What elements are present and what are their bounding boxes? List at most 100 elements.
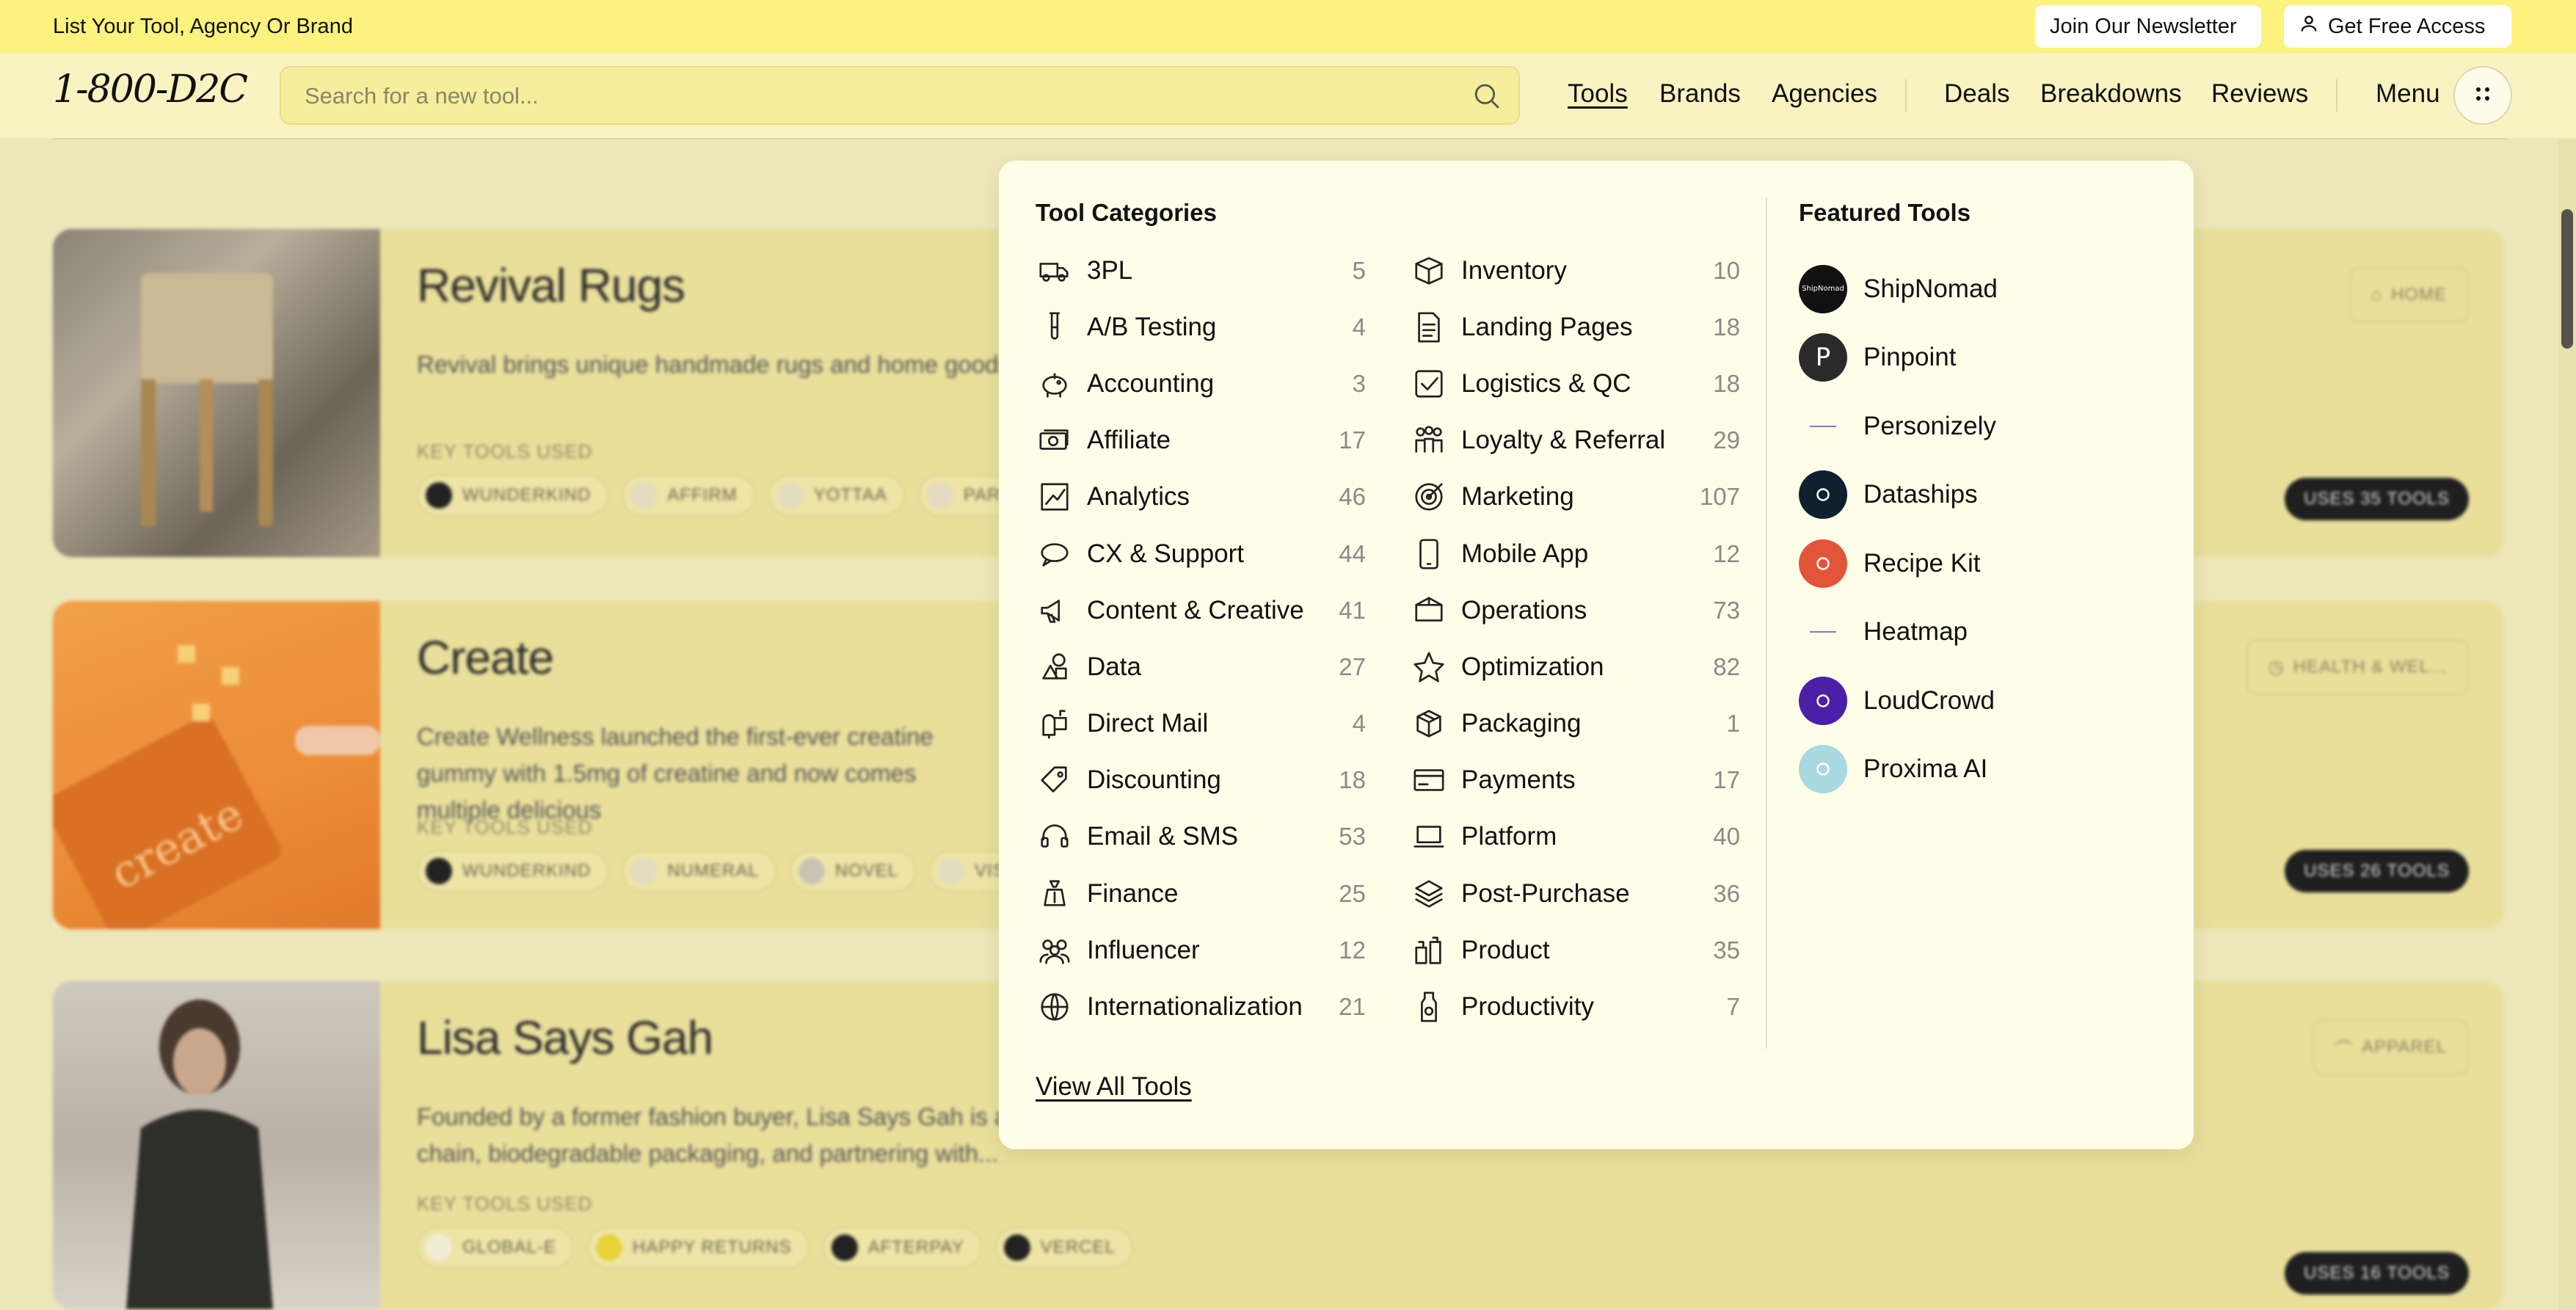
- search-icon[interactable]: [1471, 81, 1502, 112]
- category-label: Operations: [1461, 595, 1587, 625]
- featured-tool-item[interactable]: Heatmap: [1799, 598, 2151, 667]
- tool-chip[interactable]: GLOBAL-E: [417, 1227, 575, 1268]
- category-item[interactable]: Mobile App 12: [1410, 525, 1740, 582]
- view-all-tools-link[interactable]: View All Tools: [1036, 1072, 1192, 1102]
- tool-categories-heading: Tool Categories: [1036, 199, 1217, 226]
- tool-logo-icon: [426, 1234, 452, 1261]
- tool-chip[interactable]: NOVEL: [789, 851, 917, 892]
- uses-tools-button[interactable]: USES 16 TOOLS: [2285, 1252, 2469, 1295]
- featured-tool-label: ShipNomad: [1863, 274, 1998, 303]
- nav-deals[interactable]: Deals: [1944, 79, 2009, 109]
- featured-tool-item[interactable]: Proxima AI: [1799, 735, 2151, 804]
- nav-breakdowns[interactable]: Breakdowns: [2040, 79, 2182, 109]
- site-logo[interactable]: 1-800-D2C: [53, 68, 248, 112]
- category-item[interactable]: Inventory 10: [1410, 242, 1740, 299]
- globe-icon: [1036, 988, 1074, 1026]
- featured-tool-item[interactable]: Personizely: [1799, 392, 2151, 461]
- brand-title[interactable]: Revival Rugs: [417, 258, 685, 313]
- category-item[interactable]: Operations 73: [1410, 582, 1740, 638]
- get-free-access-button[interactable]: Get Free Access: [2284, 5, 2511, 48]
- category-item[interactable]: Influencer 12: [1036, 922, 1366, 978]
- category-badge[interactable]: ⌂ HOME: [2348, 267, 2469, 323]
- category-item[interactable]: Accounting 3: [1036, 355, 1366, 412]
- key-tools-label: KEY TOOLS USED: [417, 816, 593, 838]
- category-count: 107: [1699, 483, 1740, 511]
- test-tube-icon: [1036, 308, 1074, 346]
- category-label: Direct Mail: [1087, 709, 1209, 738]
- featured-tool-item[interactable]: P Pinpoint: [1799, 324, 2151, 393]
- category-item[interactable]: Optimization 82: [1410, 638, 1740, 695]
- tool-chip[interactable]: WUNDERKIND: [417, 851, 609, 892]
- uses-tools-button[interactable]: USES 35 TOOLS: [2285, 478, 2469, 520]
- brand-title[interactable]: Lisa Says Gah: [417, 1011, 713, 1065]
- category-item[interactable]: A/B Testing 4: [1036, 299, 1366, 355]
- category-item[interactable]: Post-Purchase 36: [1410, 865, 1740, 922]
- tool-chip[interactable]: HAPPY RETURNS: [587, 1227, 809, 1268]
- category-item[interactable]: Logistics & QC 18: [1410, 355, 1740, 412]
- category-item[interactable]: Email & SMS 53: [1036, 809, 1366, 865]
- category-item[interactable]: Marketing 107: [1410, 469, 1740, 525]
- tools-dropdown: Tool Categories Featured Tools 3PL 5 A/B T…: [999, 161, 2194, 1149]
- tool-chip[interactable]: WUNDERKIND: [417, 475, 609, 516]
- headset-icon: [1036, 818, 1074, 856]
- list-your-tool-link[interactable]: List Your Tool, Agency Or Brand: [53, 15, 353, 39]
- user-icon: [2299, 13, 2319, 40]
- category-item[interactable]: Analytics 46: [1036, 469, 1366, 525]
- menu-button[interactable]: [2453, 66, 2512, 125]
- category-item[interactable]: Affiliate 17: [1036, 412, 1366, 469]
- category-item[interactable]: Content & Creative 41: [1036, 582, 1366, 638]
- category-item[interactable]: Finance 25: [1036, 865, 1366, 922]
- tool-chip[interactable]: VERCEL: [994, 1227, 1133, 1268]
- nav-agencies[interactable]: Agencies: [1772, 79, 1877, 109]
- category-count: 35: [1713, 936, 1740, 964]
- tool-chip[interactable]: YOTTAA: [768, 475, 905, 516]
- featured-tool-item[interactable]: Dataships: [1799, 461, 2151, 530]
- category-item[interactable]: Product 35: [1410, 922, 1740, 978]
- category-item[interactable]: Packaging 1: [1410, 696, 1740, 752]
- search-input[interactable]: [303, 68, 1407, 125]
- scrollbar-thumb[interactable]: [2561, 209, 2573, 349]
- category-label: Affiliate: [1087, 426, 1171, 455]
- search-bar[interactable]: [280, 66, 1520, 125]
- nav-reviews[interactable]: Reviews: [2211, 79, 2308, 109]
- uses-tools-button[interactable]: USES 26 TOOLS: [2285, 850, 2469, 892]
- category-item[interactable]: 3PL 5: [1036, 242, 1366, 299]
- newsletter-button[interactable]: Join Our Newsletter: [2035, 5, 2261, 48]
- category-item[interactable]: Loyalty & Referral 29: [1410, 412, 1740, 469]
- tool-chip[interactable]: AFTERPAY: [822, 1227, 982, 1268]
- category-item[interactable]: Direct Mail 4: [1036, 696, 1366, 752]
- featured-tool-item[interactable]: Recipe Kit: [1799, 529, 2151, 598]
- header-divider: [53, 138, 2508, 139]
- category-count: 4: [1352, 313, 1366, 341]
- category-count: 18: [1713, 313, 1740, 341]
- category-badge[interactable]: ◷ HEALTH & WEL...: [2246, 639, 2469, 695]
- category-item[interactable]: Internationalization 21: [1036, 978, 1366, 1035]
- category-item[interactable]: Platform 40: [1410, 809, 1740, 865]
- category-item[interactable]: Payments 17: [1410, 752, 1740, 809]
- category-item[interactable]: CX & Support 44: [1036, 525, 1366, 582]
- featured-tool-label: Heatmap: [1863, 617, 1968, 647]
- tag-icon: [1036, 761, 1074, 799]
- category-count: 73: [1713, 596, 1740, 624]
- credit-card-icon: [1410, 761, 1448, 799]
- brand-description: Create Wellness launched the first-ever …: [417, 723, 934, 823]
- category-label: Marketing: [1461, 482, 1574, 512]
- category-item[interactable]: Data 27: [1036, 638, 1366, 695]
- truck-icon: [1036, 252, 1074, 290]
- brand-title[interactable]: Create: [417, 630, 554, 685]
- category-badge[interactable]: ⌒ APPAREL: [2313, 1019, 2469, 1075]
- featured-tool-logo: [1799, 401, 1847, 451]
- featured-tool-item[interactable]: ShipNomad ShipNomad: [1799, 255, 2151, 324]
- featured-tool-label: Recipe Kit: [1863, 548, 1981, 578]
- tool-chip[interactable]: NUMERAL: [622, 851, 776, 892]
- category-item[interactable]: Discounting 18: [1036, 752, 1366, 809]
- category-item[interactable]: Productivity 7: [1410, 978, 1740, 1035]
- tool-chip[interactable]: AFFIRM: [622, 475, 755, 516]
- category-item[interactable]: Landing Pages 18: [1410, 299, 1740, 355]
- featured-tool-item[interactable]: LoudCrowd: [1799, 666, 2151, 735]
- nav-brands[interactable]: Brands: [1659, 79, 1741, 109]
- announcement-bar: List Your Tool, Agency Or Brand Join Our…: [0, 0, 2576, 53]
- nav-divider: [1905, 79, 1907, 112]
- nav-tools[interactable]: Tools: [1568, 79, 1628, 109]
- menu-label[interactable]: Menu: [2376, 79, 2440, 109]
